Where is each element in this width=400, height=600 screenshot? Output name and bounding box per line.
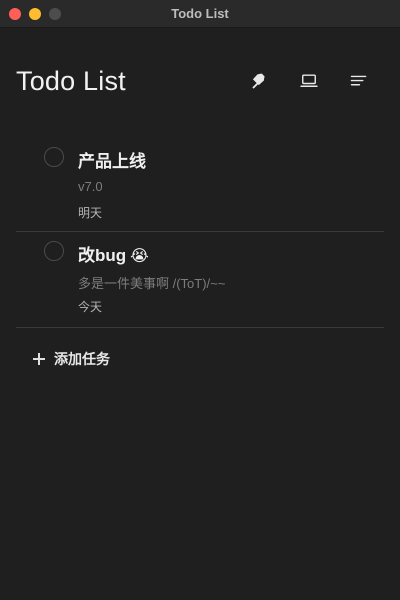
title-bar: Todo List	[0, 0, 400, 28]
sort-menu-icon[interactable]	[349, 71, 369, 91]
task-item[interactable]: 产品上线 v7.0 明天	[16, 138, 384, 232]
task-title: 产品上线	[78, 152, 146, 171]
page-title: Todo List	[16, 66, 126, 96]
task-note: 多是一件美事啊 /(ToT)/~~	[78, 276, 226, 291]
window-title: Todo List	[171, 6, 229, 21]
task-item[interactable]: 改bug 😭 多是一件美事啊 /(ToT)/~~ 今天	[16, 232, 384, 328]
task-due-date: 今天	[78, 300, 103, 314]
task-checkbox[interactable]	[44, 147, 64, 167]
task-title: 改bug	[78, 246, 127, 265]
task-note: v7.0	[78, 179, 103, 194]
task-due-date: 明天	[78, 206, 103, 220]
add-task-button[interactable]: 添加任务	[32, 348, 110, 370]
task-title-container: 改bug 😭	[78, 241, 149, 266]
laptop-icon[interactable]	[299, 71, 319, 91]
plus-icon	[32, 352, 46, 366]
crying-emoji-icon: 😭	[130, 248, 149, 265]
add-task-label: 添加任务	[54, 351, 110, 367]
pin-icon[interactable]	[250, 71, 270, 91]
task-checkbox[interactable]	[44, 241, 64, 261]
